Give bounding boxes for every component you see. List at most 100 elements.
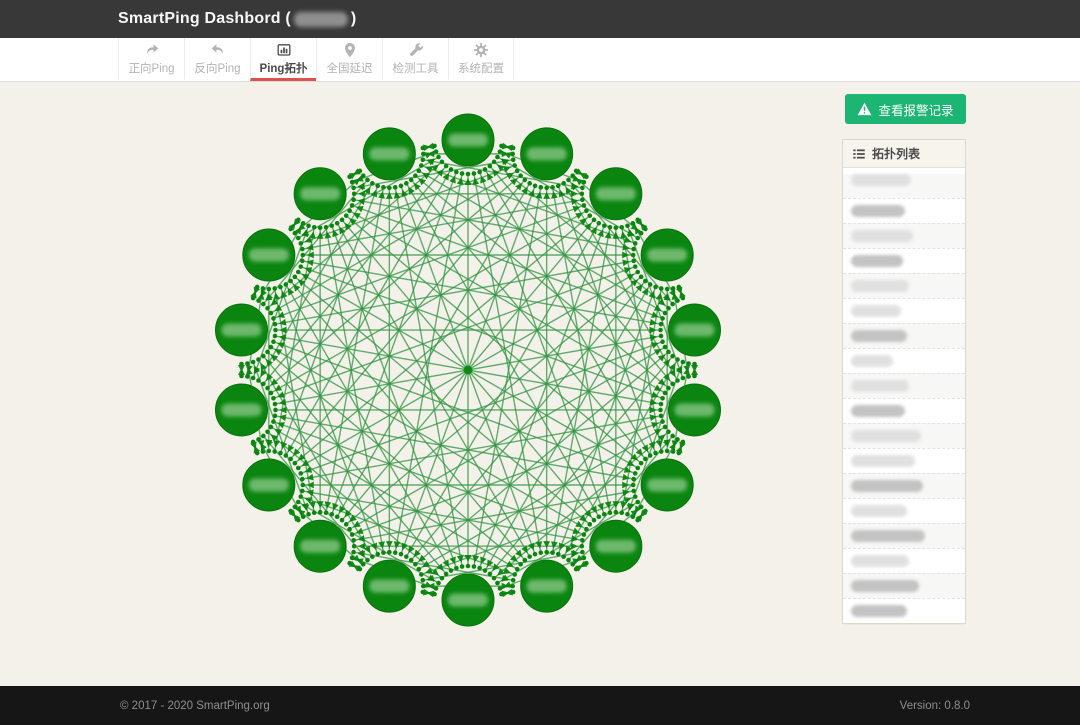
topology-node[interactable] <box>521 560 573 612</box>
topology-node[interactable] <box>363 560 415 612</box>
view-alert-records-button[interactable]: 查看报警记录 <box>845 94 966 124</box>
topology-node[interactable] <box>215 384 267 436</box>
redacted-node-label <box>249 479 289 492</box>
tab-system-config[interactable]: 系统配置 <box>448 38 514 81</box>
topology-node[interactable] <box>641 459 693 511</box>
title-text-suffix: ) <box>351 10 357 28</box>
redacted-item-text <box>851 174 911 186</box>
topology-node[interactable] <box>294 520 346 572</box>
topology-node[interactable] <box>363 128 415 180</box>
right-sidebar: 查看报警记录 拓扑列表 <box>842 94 966 624</box>
redacted-item-text <box>851 480 923 492</box>
tab-national-latency[interactable]: 全国延迟 <box>316 38 382 81</box>
redacted-item-text <box>851 280 909 292</box>
topology-list-item[interactable] <box>843 473 965 498</box>
title-text-prefix: SmartPing Dashbord ( <box>118 10 291 28</box>
topology-node[interactable] <box>641 229 693 281</box>
redacted-node-label <box>596 187 636 200</box>
tab-label: 全国延迟 <box>327 60 373 76</box>
topology-node[interactable] <box>590 520 642 572</box>
topology-list-item[interactable] <box>843 348 965 373</box>
list-icon <box>852 147 866 161</box>
redacted-node-label <box>596 540 636 553</box>
topology-list-item[interactable] <box>843 423 965 448</box>
topology-node[interactable] <box>294 168 346 220</box>
redacted-item-text <box>851 555 909 567</box>
content-area: 查看报警记录 拓扑列表 <box>0 82 1080 686</box>
redacted-item-text <box>851 255 903 267</box>
topology-list-panel: 拓扑列表 <box>842 139 966 624</box>
topology-list-item[interactable] <box>843 373 965 398</box>
topology-list-item[interactable] <box>843 573 965 598</box>
tab-ping-topology[interactable]: Ping拓扑 <box>250 38 316 81</box>
redacted-node-label <box>647 479 687 492</box>
redacted-node-label <box>675 403 715 416</box>
topology-node[interactable] <box>669 304 721 356</box>
topology-node[interactable] <box>442 574 494 626</box>
redacted-item-text <box>851 580 919 592</box>
redacted-node-label <box>527 580 567 593</box>
topology-list-item[interactable] <box>843 548 965 573</box>
topology-node[interactable] <box>590 168 642 220</box>
main-nav: 正向Ping 反向Ping Ping拓扑 全国延迟 检测工具 系统配置 <box>0 38 1080 82</box>
topology-node[interactable] <box>442 114 494 166</box>
redacted-item-text <box>851 605 907 617</box>
marker-icon <box>342 42 358 58</box>
redacted-node-label <box>249 249 289 262</box>
redacted-node-label <box>448 594 488 607</box>
wrench-icon <box>408 42 424 58</box>
topology-list-item[interactable] <box>843 398 965 423</box>
redacted-node-label <box>369 580 409 593</box>
topology-list-item[interactable] <box>843 448 965 473</box>
topology-node[interactable] <box>669 384 721 436</box>
tab-label: 正向Ping <box>128 60 174 76</box>
topology-list-item[interactable] <box>843 323 965 348</box>
topology-list-item[interactable] <box>843 598 965 623</box>
redacted-node-label <box>675 324 715 337</box>
view-alert-records-label: 查看报警记录 <box>878 100 953 119</box>
topology-node[interactable] <box>243 229 295 281</box>
redacted-item-text <box>851 455 915 467</box>
topology-list-item[interactable] <box>843 248 965 273</box>
topology-list-item[interactable] <box>843 523 965 548</box>
topology-list-item[interactable] <box>843 273 965 298</box>
topology-list-item[interactable] <box>843 198 965 223</box>
topology-list-title: 拓扑列表 <box>872 145 920 162</box>
page-title: SmartPing Dashbord () <box>118 10 356 28</box>
topology-list-item[interactable] <box>843 498 965 523</box>
redacted-item-text <box>851 355 893 367</box>
topology-list <box>843 174 965 623</box>
redacted-item-text <box>851 380 909 392</box>
tab-label: 反向Ping <box>194 60 240 76</box>
redacted-item-text <box>851 505 907 517</box>
gear-icon <box>473 42 489 58</box>
topology-list-item[interactable] <box>843 298 965 323</box>
redacted-item-text <box>851 430 921 442</box>
chart-icon <box>276 42 292 58</box>
tab-forward-ping[interactable]: 正向Ping <box>118 38 184 81</box>
topology-node[interactable] <box>215 304 267 356</box>
redacted-item-text <box>851 330 907 342</box>
tab-label: Ping拓扑 <box>260 60 308 76</box>
forward-icon <box>144 42 160 58</box>
redacted-item-text <box>851 230 913 242</box>
warning-icon <box>857 102 872 116</box>
tab-detect-tools[interactable]: 检测工具 <box>382 38 448 81</box>
redacted-item-text <box>851 205 905 217</box>
redacted-node-label <box>221 324 261 337</box>
tab-reverse-ping[interactable]: 反向Ping <box>184 38 250 81</box>
redacted-title-text <box>294 12 348 27</box>
topology-node[interactable] <box>521 128 573 180</box>
version-text: Version: 0.8.0 <box>900 700 970 712</box>
redacted-node-label <box>300 187 340 200</box>
topology-list-header: 拓扑列表 <box>843 140 965 168</box>
page: SmartPing Dashbord () 正向Ping 反向Ping Ping拓扑… <box>0 0 1080 725</box>
tab-label: 检测工具 <box>393 60 439 76</box>
redacted-item-text <box>851 305 901 317</box>
backward-icon <box>210 42 226 58</box>
topology-node[interactable] <box>243 459 295 511</box>
tab-label: 系统配置 <box>458 60 504 76</box>
topology-list-item[interactable] <box>843 223 965 248</box>
redacted-node-label <box>300 540 340 553</box>
topology-list-item[interactable] <box>843 174 965 198</box>
